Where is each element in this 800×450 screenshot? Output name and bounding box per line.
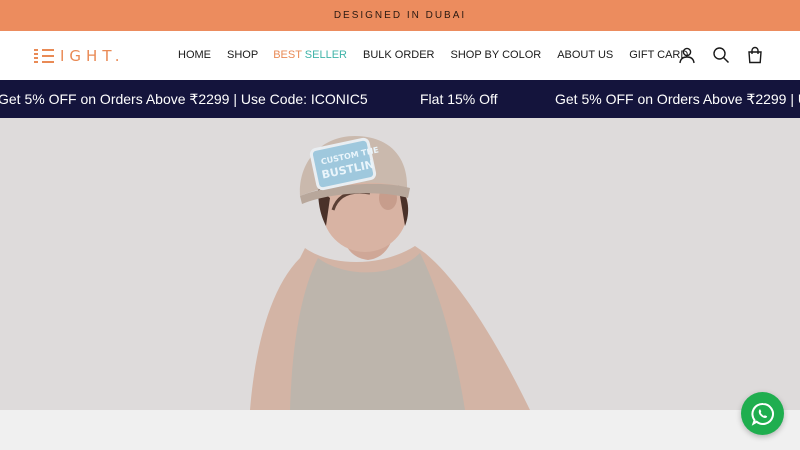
site-header: IGHT. HOME SHOP BEST SELLER BULK ORDER S… <box>0 31 800 80</box>
promo-item: Get 5% OFF on Orders Above ₹2299 | U <box>555 91 800 107</box>
cart-icon[interactable] <box>746 46 764 64</box>
promo-marquee: Get 5% OFF on Orders Above ₹2299 | Use C… <box>0 80 800 118</box>
account-icon[interactable] <box>678 46 696 64</box>
search-icon[interactable] <box>712 46 730 64</box>
nav-bulk-order[interactable]: BULK ORDER <box>363 49 435 61</box>
nav-about-us[interactable]: ABOUT US <box>557 49 613 61</box>
whatsapp-button[interactable] <box>741 392 784 435</box>
promo-item: Flat 15% Off <box>420 91 498 107</box>
nav-best-seller-label-a: BEST <box>273 49 302 61</box>
nav-home[interactable]: HOME <box>178 49 211 61</box>
nav-shop-by-color[interactable]: SHOP BY COLOR <box>451 49 542 61</box>
hero-model-image: CUSTOM THE BUSTLIN <box>0 118 800 410</box>
logo-text: IGHT. <box>60 47 125 65</box>
logo-mark-icon <box>34 49 56 63</box>
header-actions <box>678 46 764 64</box>
nav-best-seller-label-b: SELLER <box>304 49 347 61</box>
hero-banner[interactable]: CUSTOM THE BUSTLIN <box>0 118 800 410</box>
promo-item: Get 5% OFF on Orders Above ₹2299 | Use C… <box>0 91 368 107</box>
announcement-text: DESIGNED IN DUBAI <box>333 10 467 21</box>
announcement-bar: DESIGNED IN DUBAI <box>0 0 800 31</box>
nav-best-seller[interactable]: BEST SELLER <box>273 49 347 61</box>
main-nav: HOME SHOP BEST SELLER BULK ORDER SHOP BY… <box>178 49 688 61</box>
below-hero-section <box>0 410 800 450</box>
nav-shop[interactable]: SHOP <box>227 49 258 61</box>
brand-logo[interactable]: IGHT. <box>34 47 124 65</box>
whatsapp-icon <box>750 402 774 426</box>
